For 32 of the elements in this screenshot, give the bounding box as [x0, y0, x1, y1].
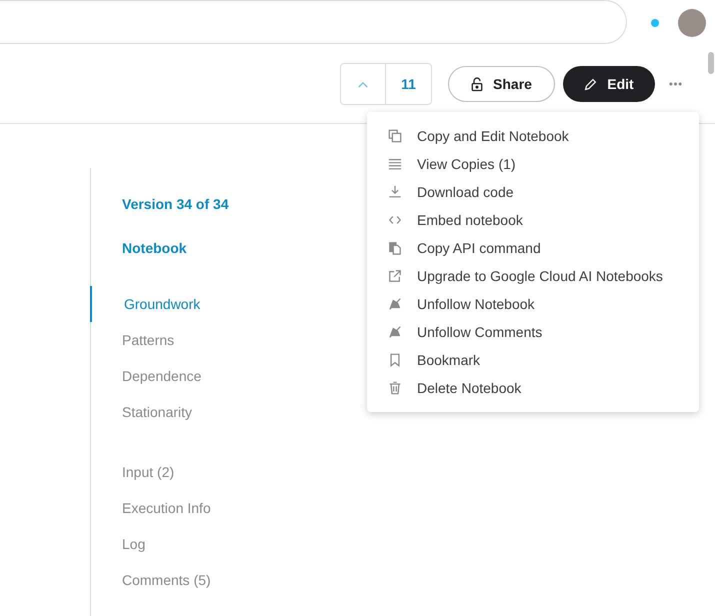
menu-item[interactable]: Unfollow Notebook	[367, 290, 699, 318]
lock-icon	[471, 76, 484, 92]
trash-icon	[388, 381, 402, 395]
version-link[interactable]: Version 34 of 34	[122, 190, 229, 218]
menu-item[interactable]: Download code	[367, 178, 699, 206]
menu-item[interactable]: Unfollow Comments	[367, 318, 699, 346]
copy-icon	[388, 129, 402, 143]
menu-item[interactable]: Upgrade to Google Cloud AI Notebooks	[367, 262, 699, 290]
bell-off-icon	[388, 325, 402, 339]
menu-item[interactable]: Copy and Edit Notebook	[367, 122, 699, 150]
menu-item[interactable]: Embed notebook	[367, 206, 699, 234]
more-icon	[669, 82, 682, 86]
external-link-icon	[388, 269, 402, 283]
scrollbar	[708, 52, 714, 74]
bell-off-icon	[388, 297, 402, 311]
chevron-up-icon	[358, 80, 368, 88]
toc-item[interactable]: Groundwork	[90, 286, 229, 322]
list-icon	[388, 157, 402, 171]
vote-count: 11	[400, 74, 417, 94]
code-icon	[388, 213, 402, 227]
clipboard-icon	[388, 241, 402, 255]
menu-item[interactable]: Bookmark	[367, 346, 699, 374]
menu-item[interactable]: View Copies (1)	[367, 150, 699, 178]
share-button[interactable]: Share	[448, 66, 555, 102]
pencil-icon	[584, 78, 598, 90]
avatar[interactable]	[678, 8, 706, 36]
menu-item[interactable]: Copy API command	[367, 234, 699, 262]
edit-button[interactable]: Edit	[563, 66, 655, 102]
bookmark-icon	[388, 353, 402, 367]
download-icon	[388, 185, 402, 199]
notebook-link[interactable]: Notebook	[122, 234, 229, 262]
menu-item[interactable]: Delete Notebook	[367, 374, 699, 402]
